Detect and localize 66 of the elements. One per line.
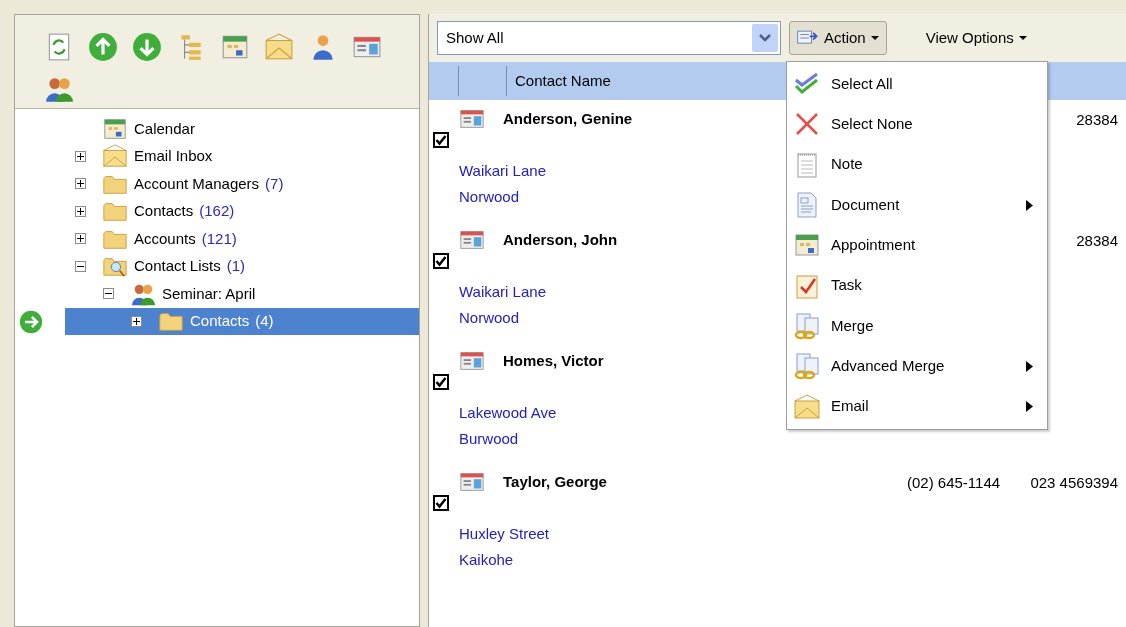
tree-item[interactable]: Account Managers — [134, 172, 260, 195]
toolbar-button[interactable] — [131, 31, 163, 63]
contact-name[interactable]: Anderson, Genine — [503, 108, 633, 131]
merge-documents-icon — [793, 311, 821, 340]
expand-icon[interactable] — [131, 315, 142, 327]
address-line: Norwood — [459, 308, 521, 328]
filter-value: Show All — [446, 27, 504, 48]
phone-number: 28384 — [1076, 110, 1118, 130]
contact-name[interactable]: Homes, Victor — [503, 350, 604, 373]
checkbox[interactable] — [433, 495, 449, 511]
toolbar-button[interactable]: View Options — [918, 21, 1035, 55]
tree-item[interactable]: Seminar: April — [162, 282, 256, 305]
toolbar-button[interactable] — [87, 31, 119, 63]
address-line: Lakewood Ave — [459, 403, 557, 423]
contact-name[interactable]: Anderson, John — [503, 229, 618, 252]
address-line: Huxley Street — [459, 524, 550, 544]
tree-item[interactable]: Accounts — [134, 227, 196, 250]
item-count: (1) — [226, 256, 246, 276]
item-count: (4) — [255, 311, 274, 331]
address-line: Waikari Lane — [459, 282, 546, 302]
expand-icon[interactable] — [75, 205, 86, 217]
column-header[interactable]: Contact Name — [507, 69, 611, 93]
envelope-icon — [264, 32, 294, 62]
item-count: (162) — [199, 201, 235, 221]
checkbox[interactable] — [433, 132, 449, 148]
menu-item[interactable]: Select All — [787, 64, 1047, 105]
menu-item[interactable]: Note — [787, 144, 1047, 185]
expand-icon[interactable] — [75, 150, 86, 162]
submenu-arrow-icon — [1026, 199, 1033, 211]
menu-item[interactable]: Email — [787, 386, 1047, 427]
toolbar-button[interactable]: Action — [789, 21, 887, 55]
merge-documents-icon — [793, 352, 821, 381]
phone-number: (02) 645-1144 — [907, 473, 1001, 493]
menu-item[interactable]: Appointment — [787, 225, 1047, 266]
submenu-arrow-icon — [1026, 401, 1033, 412]
checkbox[interactable] — [433, 253, 449, 269]
address-line: Burwood — [459, 429, 520, 449]
menu-item[interactable]: Document — [787, 184, 1047, 226]
menu-item[interactable]: Merge — [787, 305, 1047, 347]
tree-item[interactable]: Contacts — [190, 310, 250, 333]
caret-icon — [1017, 35, 1028, 41]
item-count: (7) — [265, 173, 284, 194]
tree-item[interactable]: Email Inbox — [134, 145, 213, 168]
contact-name[interactable]: Taylor, George — [503, 471, 607, 494]
address-line: Norwood — [459, 187, 521, 207]
tree-item[interactable]: Contact Lists — [134, 255, 221, 278]
menu-item[interactable]: Select None — [787, 104, 1047, 145]
envelope-icon — [102, 143, 128, 170]
phone-number: 28384 — [1076, 231, 1118, 251]
menu-item[interactable]: Advanced Merge — [787, 346, 1047, 387]
checkbox[interactable] — [433, 374, 449, 390]
tree-item[interactable]: Contacts — [134, 200, 194, 223]
collapse-icon[interactable] — [103, 288, 114, 300]
expand-icon[interactable] — [75, 233, 86, 245]
address-line: Kaikohe — [459, 550, 515, 570]
phone-number: 023 4569394 — [1030, 473, 1118, 493]
filter-dropdown[interactable]: Show All — [437, 21, 781, 55]
address-line: Waikari Lane — [459, 161, 546, 181]
submenu-arrow-icon — [1026, 360, 1033, 372]
tree-item[interactable]: Calendar — [134, 117, 195, 140]
menu-item[interactable]: Task — [787, 265, 1047, 306]
envelope-icon — [793, 392, 821, 421]
collapse-icon[interactable] — [75, 260, 86, 272]
item-count: (121) — [201, 228, 237, 249]
caret-icon — [869, 35, 880, 41]
expand-icon[interactable] — [75, 178, 86, 190]
